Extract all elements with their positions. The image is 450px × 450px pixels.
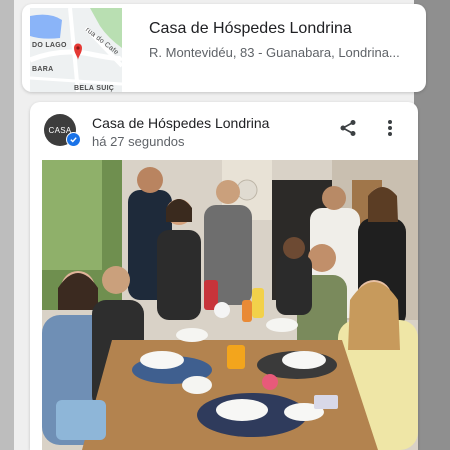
map-area-label-2: BELA SUIÇ xyxy=(74,85,115,92)
place-address[interactable]: R. Montevidéu, 83 - Guanabara, Londrina.… xyxy=(149,45,424,60)
business-feed[interactable]: rua do Cafe DO LAGO BARA BELA SUIÇ Casa … xyxy=(14,0,426,450)
verified-icon xyxy=(66,132,81,147)
post-card: CASA Casa de Hóspedes Londrina há 27 seg… xyxy=(30,102,418,450)
left-edge xyxy=(0,0,14,450)
post-author[interactable]: Casa de Hóspedes Londrina xyxy=(92,115,269,131)
map-area-label: DO LAGO xyxy=(32,42,67,49)
place-card[interactable]: rua do Cafe DO LAGO BARA BELA SUIÇ Casa … xyxy=(22,4,426,92)
share-button[interactable] xyxy=(336,116,360,140)
more-options-button[interactable] xyxy=(378,116,402,140)
group-photo xyxy=(42,160,418,450)
map-thumbnail[interactable]: rua do Cafe DO LAGO BARA BELA SUIÇ xyxy=(30,8,122,92)
map-street-label-2: BARA xyxy=(32,66,54,73)
post-photo[interactable] xyxy=(42,160,418,450)
more-vert-icon xyxy=(388,120,392,136)
share-icon xyxy=(340,120,356,136)
place-title[interactable]: Casa de Hóspedes Londrina xyxy=(149,20,352,38)
post-timestamp: há 27 segundos xyxy=(92,134,185,149)
